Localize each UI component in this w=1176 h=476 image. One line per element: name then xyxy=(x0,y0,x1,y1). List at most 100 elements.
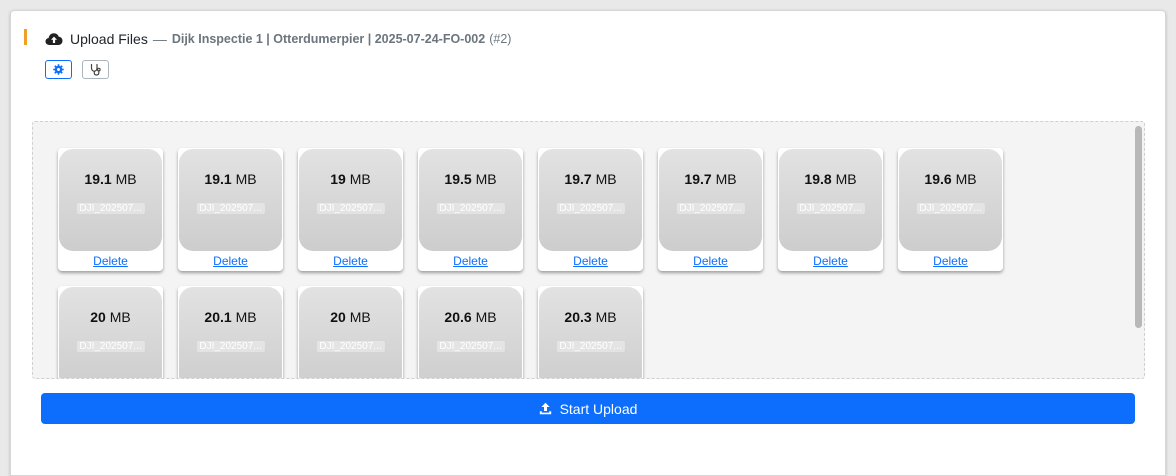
file-thumbnail xyxy=(299,149,402,251)
file-thumbnail xyxy=(59,287,162,378)
dropzone-scrollbar[interactable] xyxy=(1135,126,1142,328)
delete-file-link[interactable]: Delete xyxy=(538,254,643,268)
accent-bar xyxy=(24,29,27,45)
start-upload-label: Start Upload xyxy=(559,400,638,417)
file-card: 19.8 MB DJI_202507... Delete xyxy=(778,148,883,271)
file-thumbnail xyxy=(59,149,162,251)
delete-file-link[interactable]: Delete xyxy=(658,254,763,268)
title-separator: — xyxy=(152,31,167,47)
file-size-value: 19.7 xyxy=(564,171,592,187)
item-number: (#2) xyxy=(489,32,512,46)
file-thumbnail xyxy=(179,287,282,378)
file-size: 20 MB xyxy=(298,309,403,325)
file-size-unit: MB xyxy=(715,171,737,187)
file-card: 20.6 MBDJI_202507...Delete xyxy=(418,286,523,378)
file-thumbnail xyxy=(899,149,1002,251)
delete-file-link[interactable]: Delete xyxy=(298,254,403,268)
panel-header: Upload Files — Dijk Inspectie 1 | Otterd… xyxy=(45,29,511,49)
delete-file-link[interactable]: Delete xyxy=(418,254,523,268)
diagnostics-button[interactable] xyxy=(82,60,109,79)
file-name: DJI_202507... xyxy=(76,203,145,214)
file-size: 20.3 MB xyxy=(538,309,643,325)
file-size-unit: MB xyxy=(475,171,497,187)
file-name: DJI_202507... xyxy=(196,341,265,352)
file-card: 20 MBDJI_202507...Delete xyxy=(298,286,403,378)
file-size-unit: MB xyxy=(835,171,857,187)
file-thumbnail xyxy=(299,287,402,378)
file-size-value: 20 xyxy=(90,309,106,325)
file-name: DJI_202507... xyxy=(316,203,385,214)
file-size: 20.6 MB xyxy=(418,309,523,325)
delete-file-link[interactable]: Delete xyxy=(178,254,283,268)
file-card: 19.7 MB DJI_202507... Delete xyxy=(538,148,643,271)
file-size-unit: MB xyxy=(595,171,617,187)
file-name: DJI_202507... xyxy=(436,341,505,352)
file-size: 19.8 MB xyxy=(778,171,883,187)
file-card: 19.1 MB DJI_202507... Delete xyxy=(58,148,163,271)
file-card: 20.1 MBDJI_202507...Delete xyxy=(178,286,283,378)
file-size-unit: MB xyxy=(475,309,497,325)
file-size-unit: MB xyxy=(235,309,257,325)
file-card: 20.3 MBDJI_202507...Delete xyxy=(538,286,643,378)
file-dropzone[interactable]: 19.1 MB DJI_202507... Delete 19.1 MB DJI_202… xyxy=(32,121,1145,379)
file-name: DJI_202507... xyxy=(556,341,625,352)
file-name: DJI_202507... xyxy=(916,203,985,214)
file-grid: 19.1 MB DJI_202507... Delete 19.1 MB DJI_202… xyxy=(58,148,1058,378)
file-size-unit: MB xyxy=(109,309,131,325)
file-size-value: 19.1 xyxy=(84,171,112,187)
stethoscope-icon xyxy=(89,63,102,76)
file-size: 19 MB xyxy=(298,171,403,187)
file-size-value: 19.1 xyxy=(204,171,232,187)
upload-panel: Upload Files — Dijk Inspectie 1 | Otterd… xyxy=(10,10,1166,476)
file-size-unit: MB xyxy=(235,171,257,187)
file-card: 19.7 MB DJI_202507... Delete xyxy=(658,148,763,271)
file-size: 20.1 MB xyxy=(178,309,283,325)
file-card: 19.5 MB DJI_202507... Delete xyxy=(418,148,523,271)
file-thumbnail xyxy=(179,149,282,251)
file-size-value: 19.8 xyxy=(804,171,832,187)
delete-file-link[interactable]: Delete xyxy=(898,254,1003,268)
file-size-value: 19.7 xyxy=(684,171,712,187)
file-size: 19.5 MB xyxy=(418,171,523,187)
delete-file-link[interactable]: Delete xyxy=(778,254,883,268)
file-size-value: 19 xyxy=(330,171,346,187)
file-size: 19.7 MB xyxy=(658,171,763,187)
file-size: 19.7 MB xyxy=(538,171,643,187)
file-size-unit: MB xyxy=(349,309,371,325)
panel-title: Upload Files xyxy=(70,31,148,47)
file-name: DJI_202507... xyxy=(76,341,145,352)
file-name: DJI_202507... xyxy=(556,203,625,214)
start-upload-button[interactable]: Start Upload xyxy=(41,393,1135,424)
inspection-context: Dijk Inspectie 1 | Otterdumerpier | 2025… xyxy=(171,32,486,46)
file-size-value: 19.6 xyxy=(924,171,952,187)
file-thumbnail xyxy=(539,149,642,251)
gear-icon xyxy=(53,64,64,75)
delete-file-link[interactable]: Delete xyxy=(58,254,163,268)
file-name: DJI_202507... xyxy=(676,203,745,214)
cloud-upload-icon xyxy=(45,32,63,46)
file-name: DJI_202507... xyxy=(796,203,865,214)
file-card: 20 MBDJI_202507...Delete xyxy=(58,286,163,378)
file-size-unit: MB xyxy=(595,309,617,325)
file-size-unit: MB xyxy=(115,171,137,187)
file-size-value: 20.3 xyxy=(564,309,592,325)
settings-button[interactable] xyxy=(45,60,72,79)
file-size: 20 MB xyxy=(58,309,163,325)
file-thumbnail xyxy=(419,149,522,251)
file-name: DJI_202507... xyxy=(316,341,385,352)
file-size: 19.1 MB xyxy=(178,171,283,187)
file-thumbnail xyxy=(539,287,642,378)
file-thumbnail xyxy=(659,149,762,251)
file-size-value: 19.5 xyxy=(444,171,472,187)
file-card: 19.6 MB DJI_202507... Delete xyxy=(898,148,1003,271)
file-name: DJI_202507... xyxy=(436,203,505,214)
file-size-value: 20 xyxy=(330,309,346,325)
toolbar xyxy=(45,60,109,79)
file-size-value: 20.6 xyxy=(444,309,472,325)
file-size: 19.1 MB xyxy=(58,171,163,187)
upload-icon xyxy=(539,402,552,415)
file-name: DJI_202507... xyxy=(196,203,265,214)
file-size-unit: MB xyxy=(349,171,371,187)
file-card: 19 MB DJI_202507... Delete xyxy=(298,148,403,271)
file-thumbnail xyxy=(779,149,882,251)
